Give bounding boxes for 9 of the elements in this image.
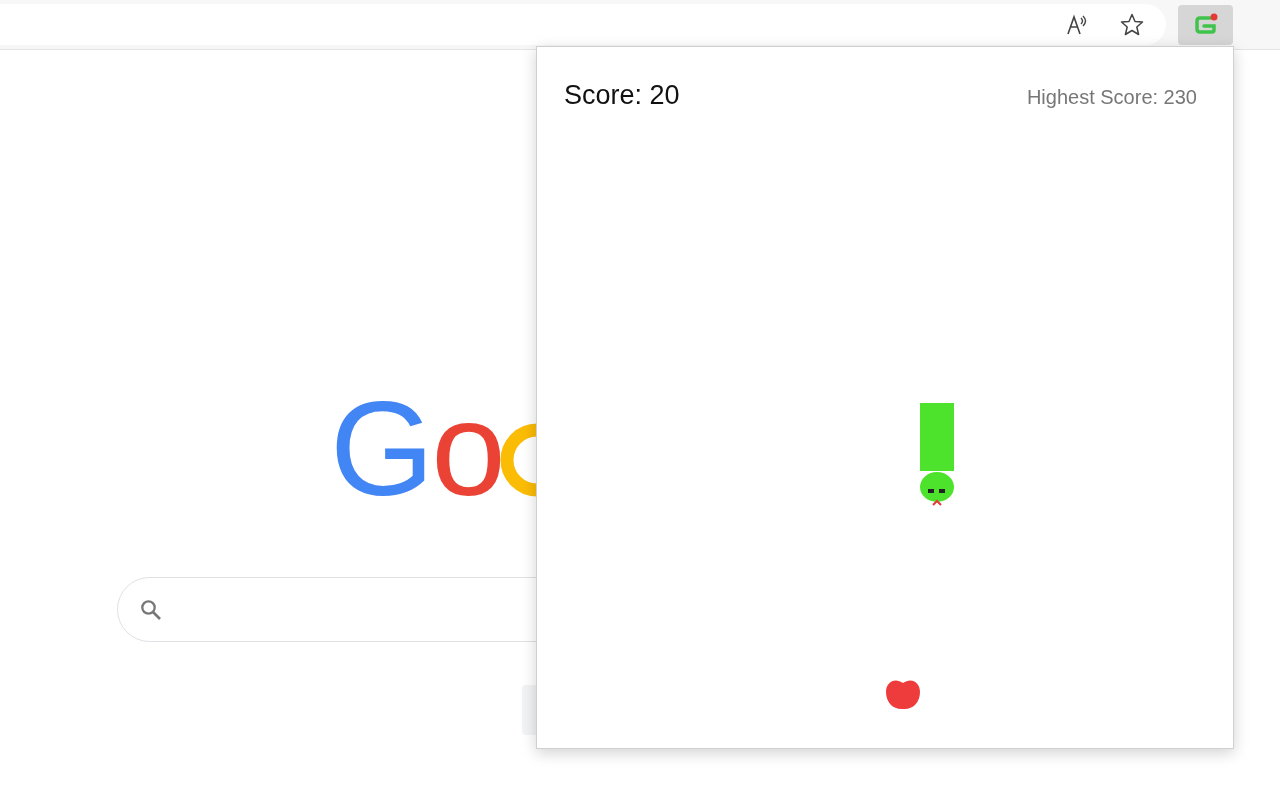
star-icon[interactable] bbox=[1120, 13, 1144, 36]
search-icon bbox=[140, 598, 162, 621]
apple-icon bbox=[885, 677, 921, 711]
snake-icon bbox=[1192, 12, 1219, 37]
score-label: Score: 20 bbox=[564, 79, 680, 112]
logo-letter: o bbox=[431, 374, 503, 523]
extension-button[interactable] bbox=[1178, 4, 1233, 45]
highest-score-label: Highest Score: 230 bbox=[1026, 85, 1197, 110]
logo-letter: G bbox=[330, 374, 432, 523]
